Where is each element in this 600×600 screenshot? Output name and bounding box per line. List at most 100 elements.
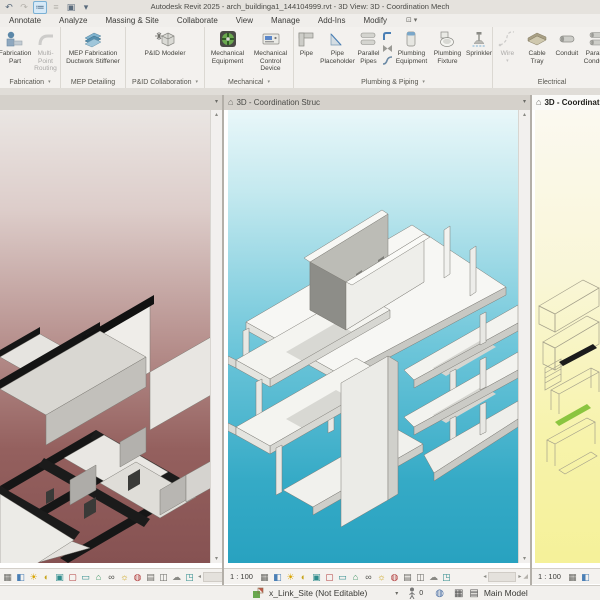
mechanical-equipment-button[interactable]: Mechanical Equipment <box>207 29 249 65</box>
cable-tray-button[interactable]: Cable Tray <box>523 29 552 65</box>
pipe-fitting-icon[interactable] <box>382 31 393 42</box>
main-model-icon[interactable]: ▤ <box>469 588 478 599</box>
scroll-down-icon[interactable]: ▾ <box>519 555 530 562</box>
detail-level-icon[interactable]: ▦ <box>2 571 13 583</box>
viewport-middle[interactable] <box>228 110 518 563</box>
scale-button[interactable]: 1 : 100 <box>226 572 257 581</box>
worksharing-display-icon[interactable]: ◍ <box>389 571 400 583</box>
tab-view[interactable]: View <box>227 14 262 27</box>
plumbing-fixture-button[interactable]: Plumbing Fixture <box>430 29 465 65</box>
move-crop-icon[interactable]: ◳ <box>184 571 195 583</box>
view-window-right-titlebar[interactable]: ⌂ 3D - Coordination Mech <box>532 95 600 110</box>
viewport-right[interactable] <box>535 110 600 563</box>
pipe-placeholder-button[interactable]: Pipe Placeholder <box>320 29 355 65</box>
resize-grip-icon[interactable]: ◢ <box>523 573 528 580</box>
shadows-icon[interactable]: ◐ <box>41 571 52 583</box>
parallel-pipes-button[interactable]: Parallel Pipes <box>356 29 381 65</box>
parallel-conduits-button[interactable]: Parallel Conduits <box>582 29 600 65</box>
tab-annotate[interactable]: Annotate <box>0 14 50 27</box>
active-workset-selector[interactable]: x_Link_Site (Not Editable) <box>269 588 367 598</box>
multi-point-routing-button[interactable]: Multi-Point Routing <box>31 29 60 73</box>
reveal-hidden-elements-icon[interactable]: ∞ <box>363 571 374 583</box>
sprinkler-button[interactable]: Sprinkler <box>466 29 492 58</box>
ribbon-display-toggle[interactable]: ⊡ ▾ <box>400 14 423 27</box>
displacement-icon[interactable]: ☁ <box>428 571 439 583</box>
visual-style-icon[interactable]: ◧ <box>580 571 591 583</box>
scroll-right-icon[interactable]: ▸ <box>517 573 522 580</box>
temporary-view-icon[interactable]: ▤ <box>145 571 156 583</box>
panel-launcher-icon[interactable]: ▾ <box>196 79 199 85</box>
vertical-scrollbar[interactable]: ▴ ▾ <box>210 110 222 563</box>
workset-dropdown-icon[interactable]: ▾ <box>395 590 398 597</box>
shadows-icon[interactable]: ◐ <box>298 571 309 583</box>
detail-level-icon[interactable]: ▦ <box>259 571 270 583</box>
fabrication-part-button[interactable]: Fabrication Part <box>0 29 31 65</box>
panel-launcher-icon[interactable]: ▾ <box>267 79 270 85</box>
analytical-model-icon[interactable]: ◫ <box>158 571 169 583</box>
panel-launcher-icon[interactable]: ▾ <box>48 79 51 85</box>
view-3d-icon: ⌂ <box>228 97 234 107</box>
horizontal-scrollbar[interactable]: ◂ ▸ ◢ <box>482 571 528 582</box>
sun-path-icon[interactable]: ☀ <box>28 571 39 583</box>
temporary-view-properties-icon[interactable]: ▭ <box>80 571 91 583</box>
plumbing-equipment-button[interactable]: Plumbing Equipment <box>394 29 429 65</box>
section-box-icon[interactable]: ⌂ <box>350 571 361 583</box>
undo-icon[interactable]: ↶ <box>3 2 15 13</box>
mechanical-control-device-button[interactable]: Mechanical Control Device <box>250 29 292 73</box>
visual-style-icon[interactable]: ◧ <box>272 571 283 583</box>
sun-path-icon[interactable]: ☀ <box>285 571 296 583</box>
wire-button[interactable]: Wire ▾ <box>493 29 522 64</box>
section-box-icon[interactable]: ⌂ <box>93 571 104 583</box>
scroll-up-icon[interactable]: ▴ <box>211 111 222 118</box>
temporary-hide-isolate-icon[interactable]: ☼ <box>119 571 130 583</box>
window-menu-icon[interactable]: ▾ <box>215 95 218 110</box>
design-options-icon[interactable]: ▦ <box>454 588 463 599</box>
show-crop-region-icon[interactable]: ▢ <box>67 571 78 583</box>
scroll-down-icon[interactable]: ▾ <box>211 555 222 562</box>
mep-fabrication-ductwork-stiffener-button[interactable]: MEP Fabrication Ductwork Stiffener <box>61 29 125 65</box>
worksharing-display-icon[interactable]: ◍ <box>132 571 143 583</box>
tab-manage[interactable]: Manage <box>262 14 309 27</box>
reveal-hidden-elements-icon[interactable]: ∞ <box>106 571 117 583</box>
tab-analyze[interactable]: Analyze <box>50 14 96 27</box>
scroll-up-icon[interactable]: ▴ <box>519 111 530 118</box>
switch-windows-icon[interactable]: ▣ <box>65 2 77 13</box>
pipe-accessory-icon[interactable] <box>382 43 393 54</box>
detail-level-icon[interactable]: ▦ <box>567 571 578 583</box>
crop-view-icon[interactable]: ▣ <box>311 571 322 583</box>
redo-icon[interactable]: ↷ <box>18 2 30 13</box>
viewport-left[interactable] <box>0 110 210 563</box>
customize-qat-icon[interactable]: ▾ <box>80 2 92 13</box>
scroll-left-icon[interactable]: ◂ <box>197 573 202 580</box>
temporary-view-properties-icon[interactable]: ▭ <box>337 571 348 583</box>
window-menu-icon[interactable]: ▾ <box>523 95 526 110</box>
move-crop-icon[interactable]: ◳ <box>441 571 452 583</box>
vertical-scrollbar[interactable]: ▴ ▾ <box>518 110 530 563</box>
scale-button[interactable]: 1 : 100 <box>534 572 565 581</box>
analytical-model-icon[interactable]: ◫ <box>415 571 426 583</box>
view-window-left: ▾ ▴ ▾ ▦ ◧ ☀ ◐ ▣ ▢ ▭ ⌂ ∞ ☼ ◍ ▤ ◫ ☁ ◳ ◂ <box>0 95 236 585</box>
temporary-view-icon[interactable]: ▤ <box>402 571 413 583</box>
pipe-button[interactable]: Pipe <box>294 29 319 58</box>
show-crop-region-icon[interactable]: ▢ <box>324 571 335 583</box>
crop-view-icon[interactable]: ▣ <box>54 571 65 583</box>
worksharing-globe-icon[interactable]: ◍ <box>435 588 444 599</box>
thin-lines-icon[interactable]: ≡ <box>50 2 62 13</box>
view-window-left-titlebar[interactable]: ▾ <box>0 95 222 110</box>
tab-addins[interactable]: Add-Ins <box>309 14 355 27</box>
editable-only-person-icon[interactable] <box>408 587 418 599</box>
visual-style-icon[interactable]: ◧ <box>15 571 26 583</box>
temporary-hide-isolate-icon[interactable]: ☼ <box>376 571 387 583</box>
flex-pipe-icon[interactable] <box>382 55 393 66</box>
tab-modify[interactable]: Modify <box>354 14 396 27</box>
tab-collaborate[interactable]: Collaborate <box>168 14 227 27</box>
conduit-button[interactable]: Conduit <box>553 29 582 58</box>
view-window-middle-titlebar[interactable]: ⌂ 3D - Coordination Struc ▾ <box>224 95 530 110</box>
wire-dropdown-icon[interactable]: ▾ <box>506 58 509 64</box>
active-properties-icon[interactable]: ≔ <box>33 0 47 14</box>
panel-launcher-icon[interactable]: ▾ <box>422 79 425 85</box>
pid-modeler-button[interactable]: P&ID Modeler <box>144 29 186 58</box>
displacement-icon[interactable]: ☁ <box>171 571 182 583</box>
scroll-left-icon[interactable]: ◂ <box>482 573 487 580</box>
tab-massing-site[interactable]: Massing & Site <box>97 14 168 27</box>
